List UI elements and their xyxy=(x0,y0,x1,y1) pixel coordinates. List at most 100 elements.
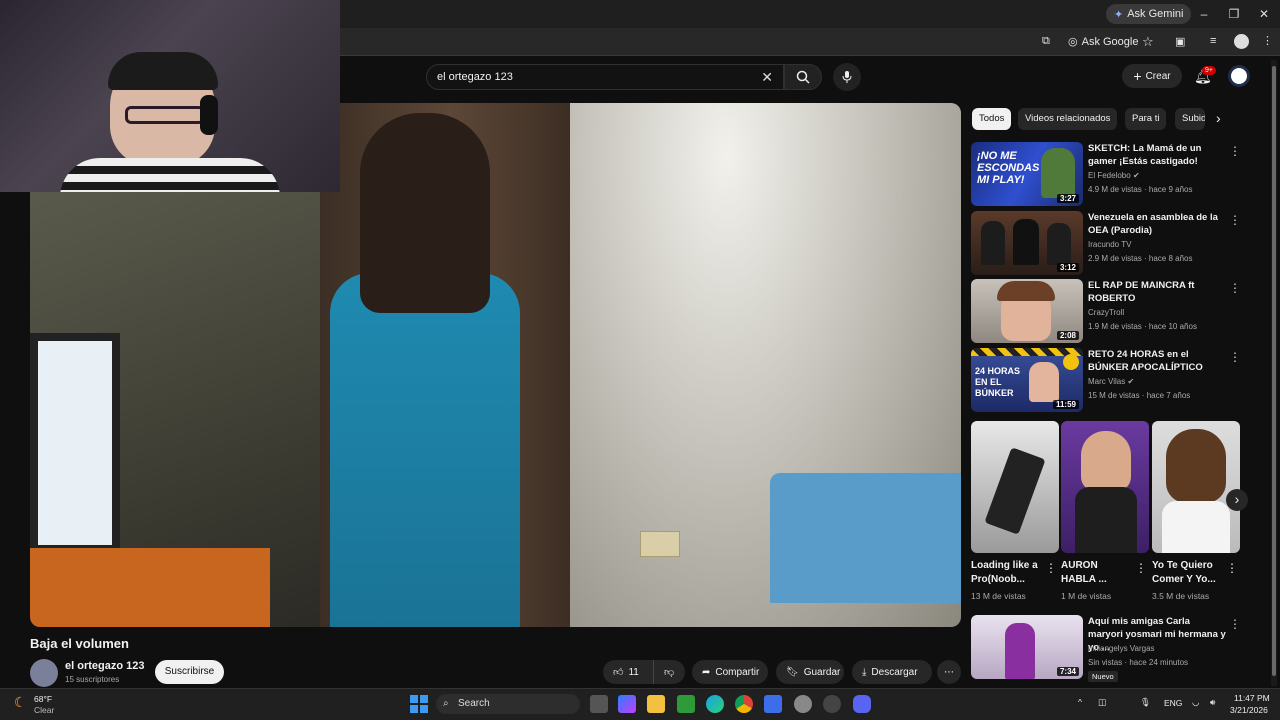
rec-video[interactable]: 3:12 Venezuela en asamblea de la OEA (Pa… xyxy=(971,211,1241,277)
start-tile xyxy=(420,695,428,703)
rec-thumbnail[interactable]: ¡NO ME ESCONDAS MI PLAY! 3:27 xyxy=(971,142,1083,206)
sidepanel-icon[interactable]: ▣ xyxy=(1175,35,1185,48)
rec-channel-name: Marc Vilas xyxy=(1088,377,1126,386)
rec-channel[interactable]: Marc Vilas ✔ xyxy=(1088,377,1134,386)
rec-title[interactable]: Venezuela en asamblea de la OEA (Parodia… xyxy=(1088,211,1226,237)
discord-icon[interactable] xyxy=(853,695,871,713)
short-title[interactable]: Loading like a Pro(Noob... xyxy=(971,559,1041,587)
short-thumbnail[interactable] xyxy=(1061,421,1149,553)
share-button[interactable]: ➦ Compartir xyxy=(692,660,768,684)
more-vertical-icon[interactable]: ⋮ xyxy=(1135,561,1147,575)
chip-subidos[interactable]: Subid xyxy=(1175,108,1205,130)
cast-icon[interactable]: ⧉ xyxy=(1042,35,1050,48)
edge-icon[interactable] xyxy=(706,695,724,713)
scrollbar-thumb[interactable] xyxy=(1272,66,1276,676)
channel-name[interactable]: el ortegazo 123 xyxy=(65,660,144,672)
rec-thumbnail[interactable]: 24 HORAS EN EL BÚNKER 11:59 xyxy=(971,348,1083,412)
chevron-right-icon[interactable]: › xyxy=(1216,110,1221,126)
chip-todos[interactable]: Todos xyxy=(972,108,1012,130)
rec-channel[interactable]: Iracundo TV xyxy=(1088,240,1131,249)
profile-avatar[interactable] xyxy=(1234,34,1249,49)
search-input[interactable]: el ortegazo 123 ✕ xyxy=(426,64,784,90)
minimize-icon[interactable]: – xyxy=(1194,6,1214,22)
short-item[interactable]: AURON HABLA ... 1 M de vistas ⋮ xyxy=(1061,421,1149,601)
more-actions-button[interactable]: ⋯ xyxy=(937,660,961,684)
rec-title[interactable]: EL RAP DE MAINCRA ft ROBERTO xyxy=(1088,279,1226,305)
voice-search-button[interactable] xyxy=(833,63,861,91)
tray-network-icon[interactable]: ◫ xyxy=(1098,697,1106,708)
copilot-icon[interactable] xyxy=(618,695,636,713)
download-button[interactable]: ⤓ Descargar xyxy=(852,660,932,684)
video-frame-desk xyxy=(30,548,270,627)
more-vertical-icon[interactable]: ⋮ xyxy=(1229,281,1241,295)
more-vertical-icon[interactable]: ⋮ xyxy=(1229,617,1241,631)
obs-icon[interactable] xyxy=(823,695,841,713)
short-thumbnail[interactable] xyxy=(971,421,1059,553)
page-scrollbar[interactable] xyxy=(1271,60,1277,686)
channel-avatar[interactable] xyxy=(30,659,58,687)
more-vertical-icon[interactable]: ⋮ xyxy=(1045,561,1057,575)
weather-temp[interactable]: 68°F xyxy=(34,694,52,704)
thumbnail-person xyxy=(1166,429,1226,503)
language-indicator[interactable]: ENG xyxy=(1164,698,1182,708)
like-button[interactable]: 👍︎ 11 xyxy=(603,660,653,684)
more-vertical-icon[interactable]: ⋮ xyxy=(1226,561,1238,575)
short-item[interactable]: Yo Te Quiero Comer Y Yo... 3.5 M de vist… xyxy=(1152,421,1240,601)
xbox-icon[interactable] xyxy=(677,695,695,713)
wifi-icon[interactable]: ◡ xyxy=(1192,697,1199,708)
rec-video[interactable]: ¡NO ME ESCONDAS MI PLAY! 3:27 SKETCH: La… xyxy=(971,142,1241,208)
store-icon[interactable] xyxy=(764,695,782,713)
ask-google-button[interactable]: ◎ Ask Google xyxy=(1068,35,1138,49)
chrome-icon[interactable] xyxy=(735,695,753,713)
shorts-next-icon[interactable]: › xyxy=(1226,489,1248,511)
rec-channel[interactable]: miliangelys Vargas xyxy=(1088,644,1155,653)
rec-channel[interactable]: El Fedelobo ✔ xyxy=(1088,171,1140,180)
ask-gemini-button[interactable]: ✦ Ask Gemini xyxy=(1106,4,1192,24)
task-view-icon[interactable] xyxy=(590,695,608,713)
subscribe-button[interactable]: Suscribirse xyxy=(155,660,224,684)
rec-meta: 15 M de vistas · hace 7 años xyxy=(1088,391,1191,400)
windows-start-icon[interactable] xyxy=(410,695,428,713)
video-duration: 11:59 xyxy=(1052,400,1079,409)
clear-search-icon[interactable]: ✕ xyxy=(761,65,773,89)
rec-title[interactable]: SKETCH: La Mamá de un gamer ¡Estás casti… xyxy=(1088,142,1226,168)
tray-chevron-icon[interactable]: ^ xyxy=(1078,697,1082,707)
search-button[interactable] xyxy=(784,64,822,90)
short-thumbnail[interactable] xyxy=(1152,421,1240,553)
create-button[interactable]: + Crear xyxy=(1122,64,1182,88)
rec-thumbnail[interactable]: 2:08 xyxy=(971,279,1083,343)
dislike-button[interactable]: 👎︎ xyxy=(653,660,685,684)
bookmark-star-icon[interactable]: ☆ xyxy=(1142,34,1154,50)
video-duration: 3:12 xyxy=(1056,263,1079,272)
more-vertical-icon[interactable]: ⋮ xyxy=(1229,350,1241,364)
chip-para-ti[interactable]: Para ti xyxy=(1125,108,1167,130)
tray-mic-icon[interactable]: 🎙︎ xyxy=(1140,697,1151,708)
taskbar-search[interactable]: ⌕ Search xyxy=(436,694,580,714)
rec-video[interactable]: 7:34 Aquí mis amigas Carla maryori yosma… xyxy=(971,615,1241,683)
settings-gear-icon[interactable] xyxy=(794,695,812,713)
rec-thumbnail[interactable]: 7:34 xyxy=(971,615,1083,679)
clock-date[interactable]: 3/21/2026 xyxy=(1230,705,1268,715)
chip-videos-relacionados[interactable]: Videos relacionados xyxy=(1018,108,1118,130)
close-icon[interactable]: ✕ xyxy=(1254,6,1274,22)
weather-moon-icon[interactable]: ☾ xyxy=(14,694,27,711)
short-item[interactable]: Loading like a Pro(Noob... 13 M de vista… xyxy=(971,421,1059,601)
rec-thumbnail[interactable]: 3:12 xyxy=(971,211,1083,275)
short-title[interactable]: AURON HABLA ... xyxy=(1061,559,1131,587)
reading-list-icon[interactable]: ≡ xyxy=(1210,35,1216,47)
restore-icon[interactable]: ❐ xyxy=(1224,6,1244,22)
rec-video[interactable]: 2:08 EL RAP DE MAINCRA ft ROBERTO CrazyT… xyxy=(971,279,1241,345)
rec-video[interactable]: 24 HORAS EN EL BÚNKER 11:59 RETO 24 HORA… xyxy=(971,348,1241,414)
rec-channel[interactable]: CrazyTroll xyxy=(1088,308,1124,317)
more-vertical-icon[interactable]: ⋮ xyxy=(1229,144,1241,158)
save-button[interactable]: 🔖︎ Guardar xyxy=(776,660,844,684)
account-avatar[interactable] xyxy=(1228,65,1250,87)
file-explorer-icon[interactable] xyxy=(647,695,665,713)
rec-title[interactable]: RETO 24 HORAS en el BÚNKER APOCALÍPTICO xyxy=(1088,348,1226,374)
clock-time[interactable]: 11:47 PM xyxy=(1234,693,1270,703)
volume-icon[interactable]: 🔊︎ xyxy=(1210,697,1215,708)
more-vertical-icon[interactable]: ⋮ xyxy=(1229,213,1241,227)
short-title[interactable]: Yo Te Quiero Comer Y Yo... xyxy=(1152,559,1222,587)
video-title: Baja el volumen xyxy=(30,636,129,651)
menu-dots-icon[interactable]: ⋮ xyxy=(1262,34,1273,47)
